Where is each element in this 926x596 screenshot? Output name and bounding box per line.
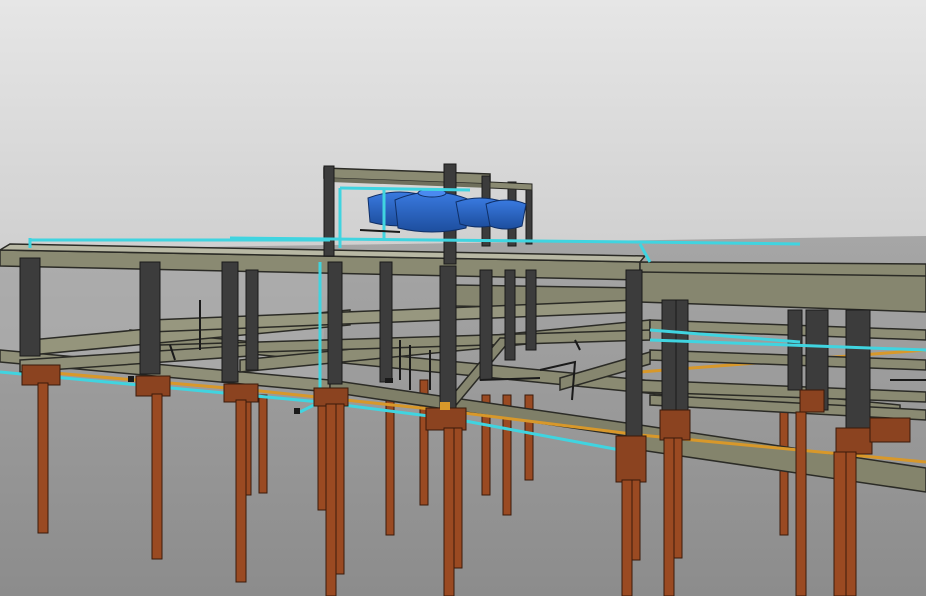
structural-model-render [0, 0, 926, 596]
3d-viewport[interactable] [0, 0, 926, 596]
